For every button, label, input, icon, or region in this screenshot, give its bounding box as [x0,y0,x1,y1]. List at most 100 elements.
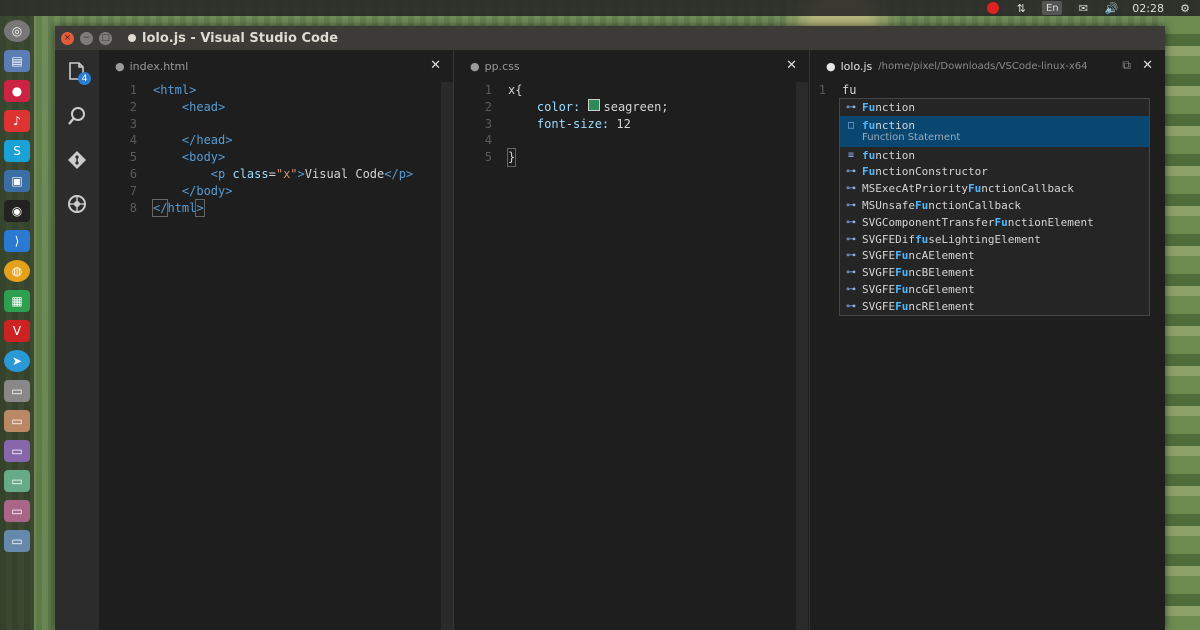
suggestion-item[interactable]: ⊶ SVGFEDiffuseLightingElement [840,231,1149,248]
git-icon [68,151,86,169]
code-line: 8 </html > [129,198,205,218]
code-line: 6 <p class = "x" > Visual Code </p> [129,166,414,181]
clock[interactable]: 02:28 [1132,1,1164,15]
suggestion-item[interactable]: ≡ function [840,147,1149,164]
screenshot-icon[interactable]: ▣ [4,170,30,192]
code-line: 2 <head> [129,99,226,114]
app-icon[interactable]: ▭ [4,440,30,462]
vscode-icon[interactable]: ⟩ [4,230,30,252]
search-button[interactable] [55,94,99,138]
music-icon[interactable]: ♪ [4,110,30,132]
tab-lolo-js[interactable]: ● lolo.js /home/pixel/Downloads/VSCode-l… [810,50,1165,82]
chrome-icon[interactable]: ◍ [4,260,30,282]
suggestion-kind-icon: ⊶ [846,200,856,212]
suggestion-label: Function [862,100,915,114]
system-gear-icon[interactable]: ⚙ [1178,1,1192,15]
suggestion-label: MSUnsafeFunctionCallback [862,199,1021,213]
unsaved-dot-icon [128,34,136,42]
app-icon[interactable]: ▭ [4,530,30,552]
window-title: lolo.js - Visual Studio Code [128,31,338,46]
tab-index-html[interactable]: ● index.html ✕ [99,50,453,82]
suggestion-label: SVGFEFuncGElement [862,283,975,297]
editor-1-scrollbar[interactable] [441,82,453,630]
suggestion-label: SVGComponentTransferFunctionElement [862,215,1094,229]
code-editor-css[interactable]: 1 x{ 2 color: seagreen; 3 font-size: 12 4… [454,82,809,167]
launcher: ◎ ▤ ● ♪ S ▣ ◉ ⟩ ◍ ▦ V ➤ ▭ ▭ ▭ ▭ ▭ ▭ [0,16,34,630]
suggestion-item[interactable]: ⊶ Function [840,99,1149,116]
app-icon[interactable]: ▭ [4,470,30,492]
suggestion-label: SVGFEFuncRElement [862,299,975,313]
close-editor-icon[interactable]: ✕ [1142,58,1153,73]
explorer-badge: 4 [78,72,91,85]
suggestion-item[interactable]: ⊶ SVGComponentTransferFunctionElement [840,214,1149,231]
recording-indicator-icon[interactable] [986,1,1000,15]
window-minimize-button[interactable]: − [80,31,93,45]
suggestion-label: SVGFEFuncBElement [862,266,975,280]
code-line: 5 <body> [129,150,226,165]
app-icon[interactable]: ▭ [4,500,30,522]
app-icon[interactable]: ▭ [4,380,30,402]
debug-icon [68,195,86,213]
suggestion-kind-icon: ⊶ [846,300,856,312]
tab-label: index.html [129,59,189,73]
suggestion-item[interactable]: ⊶ MSUnsafeFunctionCallback [840,197,1149,214]
suggestion-item[interactable]: ⊶ MSExecAtPriorityFunctionCallback [840,180,1149,197]
window-close-button[interactable]: × [61,31,74,45]
code-line: 5} [484,148,517,167]
close-editor-icon[interactable]: ✕ [430,58,441,73]
code-editor-html[interactable]: 1 <html> 2 <head> 3 4 </head> 5 <body> 6 … [99,82,453,218]
debug-button[interactable] [55,182,99,226]
suggestion-kind-icon: ⊶ [846,166,856,178]
window-titlebar: × − □ lolo.js - Visual Studio Code [55,26,1165,50]
telegram-icon[interactable]: ➤ [4,350,30,372]
code-line: 1 x{ [484,83,523,97]
ubuntu-dash-icon[interactable]: ◎ [4,20,30,42]
code-line: 4 [484,133,492,148]
mail-icon[interactable]: ✉ [1076,1,1090,15]
keyboard-layout-indicator[interactable]: En [1042,1,1063,15]
activity-bar: 4 [55,50,99,630]
suggestion-item[interactable]: ⊶ SVGFEFuncGElement [840,281,1149,298]
color-swatch[interactable] [587,98,600,111]
suggestion-label: FunctionConstructor [862,165,988,179]
suggestion-kind-icon: ⊶ [846,267,856,279]
code-line: 4 </head> [129,133,233,148]
skype-icon[interactable]: S [4,140,30,162]
code-line: 2 color: seagreen; [484,98,669,114]
steam-icon[interactable]: ◉ [4,200,30,222]
transfer-icon[interactable]: ⇅ [1014,1,1028,15]
tab-pp-css[interactable]: ● pp.css ✕ [454,50,809,82]
tab-label: lolo.js [840,59,873,73]
code-editor-js[interactable]: 1 fu [810,82,1165,99]
app-icon[interactable]: ▭ [4,410,30,432]
suggestion-item[interactable]: ⊶ FunctionConstructor [840,164,1149,181]
suggest-widget: ⊶ Function □ function Function Statement ≡ fun… [839,98,1150,316]
window-title-text: lolo.js - Visual Studio Code [142,30,339,46]
tab-path: /home/pixel/Downloads/VSCode-linux-x64 [878,60,1088,72]
window-maximize-button[interactable]: □ [99,31,112,45]
volume-icon[interactable]: 🔊 [1104,1,1118,15]
code-line: 3 font-size: 12 [484,116,631,131]
git-button[interactable] [55,138,99,182]
editor-group-1: ● index.html ✕ 1 <html> 2 <head> 3 4 </he… [99,50,453,630]
suggestion-kind-icon: ⊶ [846,233,856,245]
suggestion-kind-icon: ⊶ [846,101,856,113]
spreadsheet-icon[interactable]: ▦ [4,290,30,312]
suggestion-kind-icon: ≡ [847,149,855,161]
close-editor-icon[interactable]: ✕ [786,58,797,73]
split-editor-icon[interactable]: ⧉ [1122,58,1131,73]
explorer-button[interactable]: 4 [55,50,99,94]
suggestion-item[interactable]: □ function Function Statement [840,115,1149,147]
tab-label: pp.css [484,59,520,73]
vivaldi-icon[interactable]: V [4,320,30,342]
desktop-wallpaper-strip [1164,16,1200,630]
code-line: 3 [129,116,137,131]
chromium-like-icon[interactable]: ● [4,80,30,102]
files-icon[interactable]: ▤ [4,50,30,72]
suggestion-item[interactable]: ⊶ SVGFEFuncBElement [840,264,1149,281]
editor-2-scrollbar[interactable] [796,82,808,630]
suggestion-item[interactable]: ⊶ SVGFEFuncAElement [840,248,1149,265]
suggestion-label: SVGFEFuncAElement [862,249,975,263]
suggestion-label: function [862,119,915,133]
suggestion-item[interactable]: ⊶ SVGFEFuncRElement [840,298,1149,315]
